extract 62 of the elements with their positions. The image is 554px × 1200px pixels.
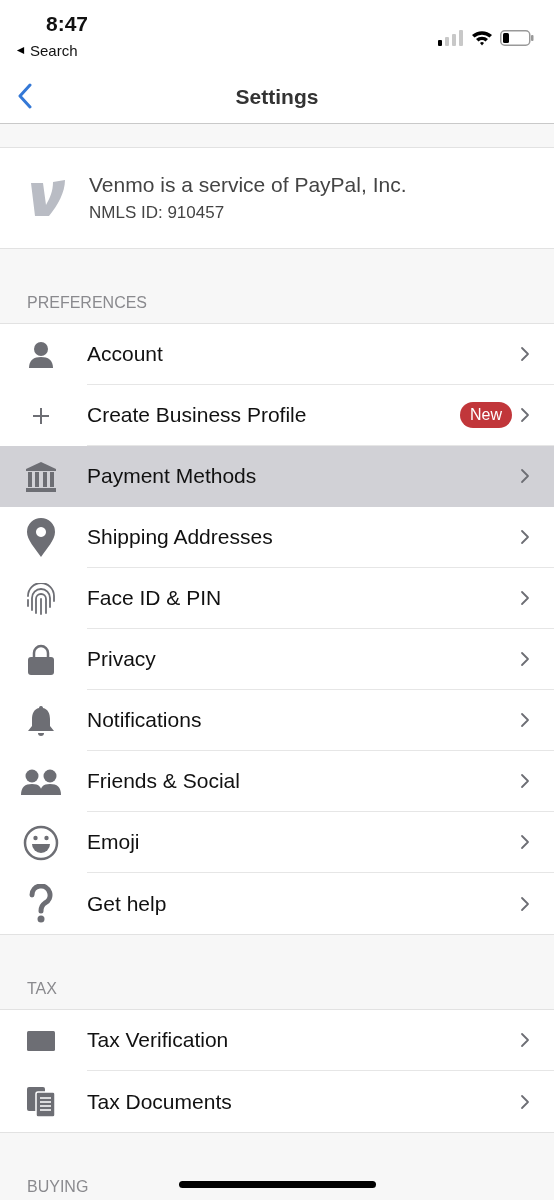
settings-row[interactable]: Face ID & PIN [0,568,554,629]
settings-row[interactable]: Account [0,324,554,385]
section-header: TAX [27,980,57,998]
documents-icon [26,1085,56,1118]
chevron-icon [520,834,530,850]
info-subtitle: NMLS ID: 910457 [89,203,226,223]
card-icon [27,1030,55,1051]
chevron-icon [520,407,530,423]
screen-title: Settings [235,84,319,109]
info-title: Venmo is a service of PayPal, Inc. [89,173,407,197]
chevron-icon [520,529,530,545]
wifi-icon [471,30,493,46]
chevron-icon [520,1032,530,1048]
question-icon [29,883,53,924]
smiley-icon [23,824,59,861]
fingerprint-icon [25,582,57,615]
chevron-icon [520,773,530,789]
settings-row[interactable]: Tax Verification [0,1010,554,1071]
settings-row[interactable]: Friends & Social [0,751,554,812]
person-icon [28,340,54,369]
row-label: Face ID & PIN [87,586,223,610]
location-pin-icon [26,517,56,558]
chevron-icon [520,895,530,912]
row-label: Get help [87,891,168,916]
row-label: Payment Methods [87,464,258,488]
plus-icon [32,406,50,425]
status-time: 8:47 [45,12,89,36]
chevron-icon [520,468,530,484]
settings-row[interactable]: Shipping Addresses [0,507,554,568]
chevron-icon [520,346,530,362]
chevron-icon [520,590,530,606]
new-badge: New [460,402,512,428]
row-label: Account [87,342,164,366]
two-people-icon [20,767,62,796]
settings-row[interactable]: Get help [0,873,554,934]
section-header: BUYING [27,1178,89,1196]
settings-row[interactable]: Privacy [0,629,554,690]
chevron-icon [520,1093,530,1110]
row-label: Shipping Addresses [87,525,274,549]
battery-icon [500,30,534,46]
row-label: Privacy [87,647,157,671]
row-label: Tax Documents [87,1089,233,1114]
back-triangle-icon [16,46,25,55]
settings-row[interactable]: Payment Methods [0,446,554,507]
row-label: Friends & Social [87,769,241,793]
back-to-app-link[interactable]: Search [16,42,89,59]
row-label: Create Business Profile [87,403,308,427]
bank-icon [25,460,57,493]
signal-icon [438,30,464,46]
settings-row[interactable]: Notifications [0,690,554,751]
logo-icon [29,179,67,217]
bell-icon [27,704,55,737]
settings-row[interactable]: Emoji [0,812,554,873]
lock-icon [27,643,55,676]
settings-row[interactable]: Tax Documents [0,1071,554,1132]
chevron-icon [520,651,530,667]
back-chevron-icon[interactable] [17,83,33,109]
row-label: Emoji [87,830,141,854]
section-header: PREFERENCES [27,294,148,312]
row-label: Notifications [87,708,203,732]
chevron-icon [520,712,530,728]
row-label: Tax Verification [87,1028,230,1052]
